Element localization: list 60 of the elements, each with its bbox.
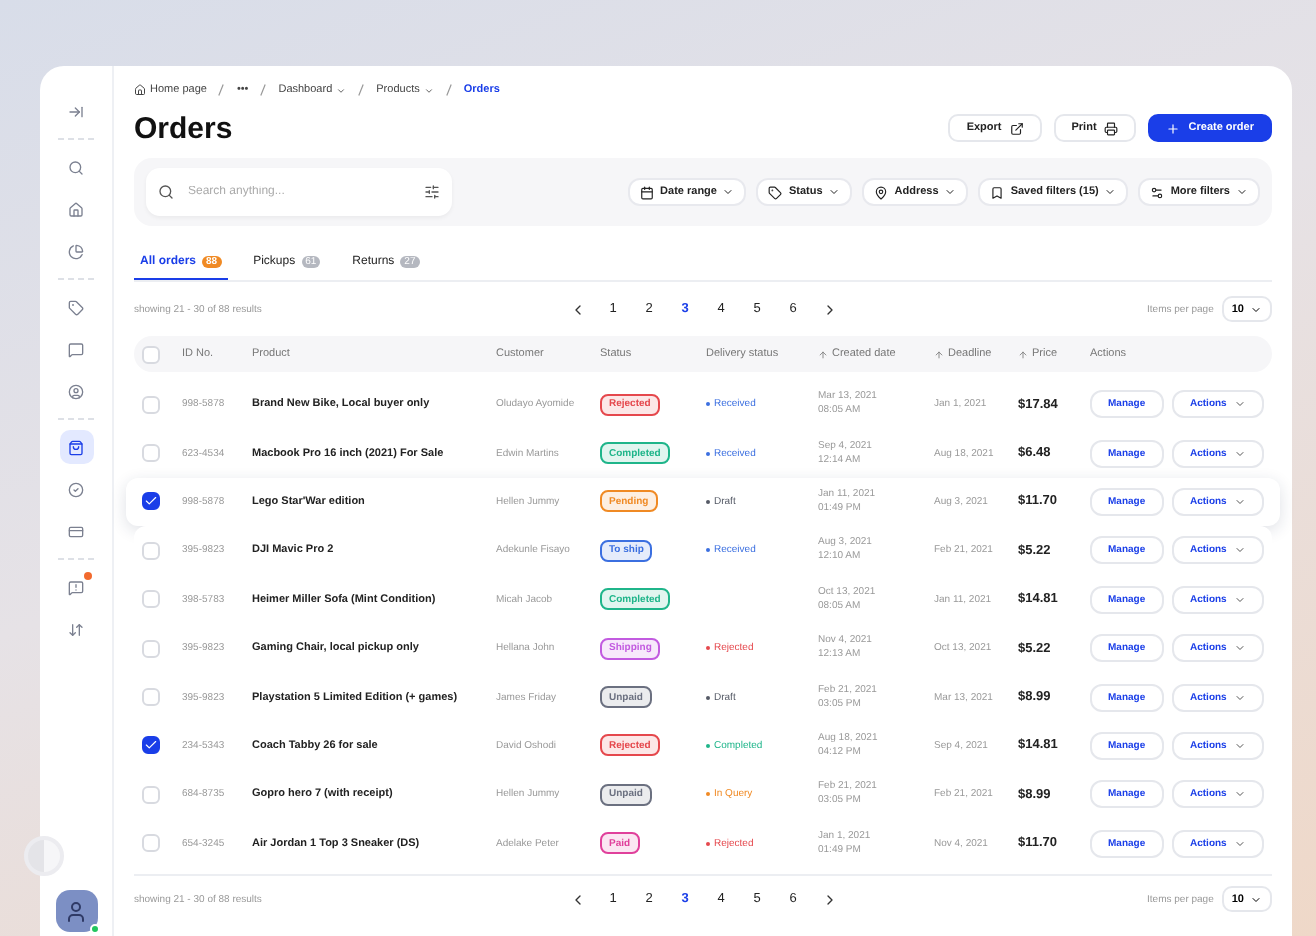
card-icon bbox=[68, 523, 84, 539]
row-checkbox[interactable] bbox=[142, 492, 160, 511]
person-icon bbox=[64, 899, 88, 923]
chevron-down-icon bbox=[1234, 544, 1247, 557]
plus-icon bbox=[1166, 121, 1181, 135]
pin-icon bbox=[874, 185, 889, 199]
printer-icon bbox=[1104, 121, 1119, 135]
search-icon bbox=[68, 159, 84, 175]
bookmark-icon bbox=[990, 185, 1005, 199]
theme-toggle[interactable] bbox=[24, 836, 64, 876]
sort-icon bbox=[68, 621, 84, 637]
chevron-down-icon bbox=[1234, 642, 1247, 655]
chevron-down-icon bbox=[1234, 398, 1247, 411]
check-icon bbox=[144, 738, 158, 753]
nav-button[interactable] bbox=[59, 430, 93, 464]
chat-icon bbox=[68, 341, 84, 357]
chevron-down-icon bbox=[1250, 303, 1262, 315]
check-icon bbox=[144, 494, 158, 509]
separator-icon bbox=[358, 84, 365, 96]
select-all-checkbox[interactable] bbox=[142, 345, 160, 363]
chevron-down-icon bbox=[423, 85, 434, 95]
chevron-down-icon bbox=[1234, 593, 1247, 606]
pie-chart-icon bbox=[68, 243, 84, 259]
user-icon bbox=[68, 383, 84, 399]
notification-dot bbox=[83, 572, 91, 580]
chevron-down-icon bbox=[1236, 186, 1248, 198]
sort-arrow-icon bbox=[1018, 349, 1028, 359]
row-checkbox[interactable] bbox=[142, 736, 160, 755]
check-circle-icon bbox=[68, 481, 84, 497]
search-icon bbox=[158, 184, 174, 200]
chevron-down-icon bbox=[1234, 739, 1247, 752]
separator-icon bbox=[218, 84, 225, 96]
chevron-down-icon bbox=[722, 186, 735, 198]
chevron-down-icon bbox=[1234, 495, 1247, 508]
user-avatar[interactable] bbox=[55, 890, 97, 932]
sort-arrow-icon bbox=[934, 349, 944, 359]
page-title: Orders bbox=[134, 111, 233, 145]
tag-icon bbox=[768, 185, 783, 199]
home-icon bbox=[68, 201, 84, 217]
chevron-down-icon bbox=[828, 186, 841, 198]
sliders-icon bbox=[424, 184, 440, 200]
calendar-icon bbox=[640, 185, 655, 199]
bag-icon bbox=[68, 439, 84, 455]
collapse-icon bbox=[68, 103, 84, 119]
chevron-down-icon bbox=[1250, 893, 1262, 906]
chevron-down-icon bbox=[336, 85, 347, 95]
chevron-down-icon bbox=[944, 186, 957, 198]
external-link-icon bbox=[1009, 121, 1024, 135]
separator-icon bbox=[260, 84, 267, 96]
chat-alert-icon bbox=[68, 579, 84, 595]
chevron-down-icon bbox=[1234, 837, 1247, 850]
separator-icon bbox=[445, 84, 452, 96]
tag-icon bbox=[68, 299, 84, 315]
sort-arrow-icon bbox=[818, 349, 828, 359]
chevron-down-icon bbox=[1234, 691, 1247, 704]
sliders-icon bbox=[1150, 185, 1165, 199]
chevron-down-icon bbox=[1104, 186, 1117, 198]
chevron-down-icon bbox=[1234, 447, 1247, 460]
home-icon bbox=[134, 84, 146, 96]
chevron-down-icon bbox=[1234, 788, 1247, 801]
